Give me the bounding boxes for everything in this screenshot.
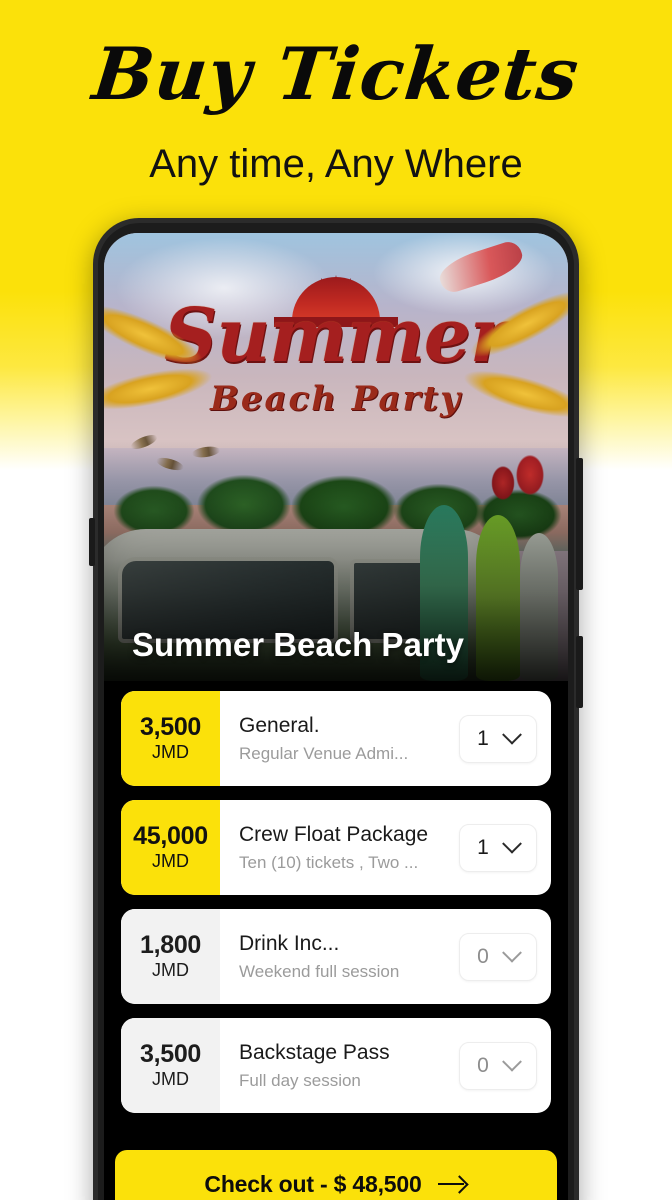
event-banner-image: Summer Beach Party Summer Beach Party [104, 233, 568, 681]
ticket-description: Regular Venue Admi... [239, 744, 409, 763]
ticket-price-block: 3,500 JMD [121, 1018, 220, 1113]
promo-page: Buy Tickets Any time, Any Where Summer B… [0, 0, 672, 1200]
ticket-price-block: 45,000 JMD [121, 800, 220, 895]
ticket-info: General. Regular Venue Admi... [220, 691, 459, 786]
table-row[interactable]: 1,800 JMD Drink Inc... Weekend full sess… [121, 909, 551, 1004]
ticket-currency: JMD [152, 742, 189, 763]
ticket-name: Drink Inc... [239, 931, 340, 955]
ticket-type-list: 3,500 JMD General. Regular Venue Admi...… [104, 685, 568, 1127]
ticket-name: Backstage Pass [239, 1040, 390, 1064]
quantity-value: 1 [477, 727, 489, 750]
ticket-currency: JMD [152, 1069, 189, 1090]
chevron-down-icon [501, 724, 522, 745]
checkout-label: Check out - $ 48,500 [204, 1170, 422, 1197]
promo-subheadline: Any time, Any Where [149, 142, 523, 186]
phone-left-button[interactable] [89, 518, 95, 566]
chevron-down-icon [501, 1051, 522, 1072]
ticket-price: 1,800 [139, 931, 202, 960]
event-title: Summer Beach Party [132, 625, 464, 663]
ticket-description: Weekend full session [239, 962, 400, 981]
table-row[interactable]: 3,500 JMD General. Regular Venue Admi...… [121, 691, 551, 786]
ticket-price-block: 3,500 JMD [121, 691, 220, 786]
quantity-dropdown[interactable]: 0 [459, 1041, 537, 1090]
chevron-down-icon [501, 833, 522, 854]
phone-power-button[interactable] [576, 458, 583, 590]
ticket-description: Full day session [239, 1071, 361, 1090]
phone-device-frame: Summer Beach Party Summer Beach Party [89, 218, 583, 1200]
table-row[interactable]: 3,500 JMD Backstage Pass Full day sessio… [121, 1018, 551, 1113]
quantity-dropdown[interactable]: 0 [459, 932, 537, 981]
ticket-name: Crew Float Package [239, 822, 429, 846]
ticket-info: Backstage Pass Full day session [220, 1018, 459, 1113]
ticket-info: Drink Inc... Weekend full session [220, 909, 459, 1004]
ticket-price-block: 1,800 JMD [121, 909, 220, 1004]
ticket-price: 45,000 [133, 822, 208, 851]
quantity-value: 0 [477, 1054, 489, 1077]
table-row[interactable]: 45,000 JMD Crew Float Package Ten (10) t… [121, 800, 551, 895]
phone-screen: Summer Beach Party Summer Beach Party [104, 233, 568, 1200]
quantity-value: 0 [477, 945, 489, 968]
ticket-quantity-area: 0 [459, 909, 551, 1004]
ticket-price: 3,500 [139, 1040, 202, 1069]
arrow-right-icon [437, 1176, 468, 1192]
ticket-name: General. [239, 713, 320, 737]
ticket-quantity-area: 1 [459, 800, 551, 895]
ticket-quantity-area: 1 [459, 691, 551, 786]
ticket-description: Ten (10) tickets , Two ... [239, 853, 419, 872]
banner-overlay-gradient [104, 233, 568, 681]
quantity-dropdown[interactable]: 1 [459, 823, 537, 872]
ticket-info: Crew Float Package Ten (10) tickets , Tw… [220, 800, 459, 895]
phone-volume-button[interactable] [576, 636, 583, 708]
ticket-quantity-area: 0 [459, 1018, 551, 1113]
quantity-dropdown[interactable]: 1 [459, 714, 537, 763]
chevron-down-icon [501, 942, 522, 963]
ticket-currency: JMD [152, 851, 189, 872]
ticket-price: 3,500 [139, 713, 202, 742]
ticket-currency: JMD [152, 960, 189, 981]
quantity-value: 1 [477, 836, 489, 859]
checkout-button[interactable]: Check out - $ 48,500 [115, 1150, 557, 1200]
promo-headline: Buy Tickets [88, 31, 584, 116]
